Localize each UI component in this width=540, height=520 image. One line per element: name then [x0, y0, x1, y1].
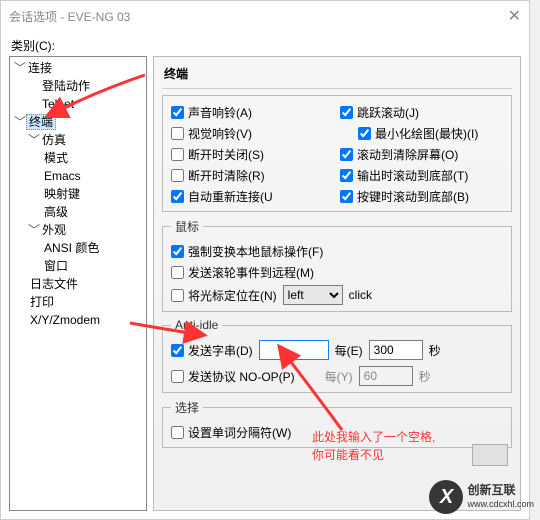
legend-mouse: 鼠标 — [171, 218, 203, 235]
cb-clear-on-disconnect[interactable]: 断开时清除(R) — [171, 167, 334, 184]
cb-min-drawing[interactable]: 最小化绘图(最快)(I) — [340, 125, 503, 142]
watermark: X 创新互联 www.cdcxhl.com — [429, 480, 534, 514]
label-every-y: 每(Y) — [325, 368, 353, 385]
group-general: 声音响铃(A) 视觉响铃(V) 断开时关闭(S) 断开时清除(R) 自动重新连接… — [162, 95, 512, 212]
chevron-down-icon[interactable]: ﹀ — [28, 131, 40, 149]
legend-select: 选择 — [171, 399, 203, 416]
group-select: 选择 设置单词分隔符(W) — [162, 399, 512, 448]
chevron-down-icon[interactable]: ﹀ — [28, 221, 40, 239]
watermark-logo: X — [429, 480, 463, 514]
chevron-down-icon[interactable]: ﹀ — [14, 113, 26, 131]
cb-visual-bell[interactable]: 视觉响铃(V) — [171, 125, 334, 142]
tree-item-window[interactable]: 窗口 — [42, 257, 146, 275]
label-every-e: 每(E) — [335, 342, 363, 359]
tree-item-emacs[interactable]: Emacs — [42, 167, 146, 185]
tree-item-mapkey[interactable]: 映射键 — [42, 185, 146, 203]
titlebar: 会话选项 - EVE-NG 03 ✕ — [1, 1, 529, 31]
category-label: 类别(C): — [11, 37, 521, 54]
cb-auto-reconnect[interactable]: 自动重新连接(U — [171, 188, 334, 205]
legend-anti-idle: Anti-idle — [171, 318, 222, 332]
group-anti-idle: Anti-idle 发送字串(D) 每(E) 秒 发送协议 NO-OP(P) — [162, 318, 512, 393]
cb-send-noop[interactable]: 发送协议 NO-OP(P) — [171, 368, 295, 385]
cb-send-string[interactable]: 发送字串(D) — [171, 342, 253, 359]
tree-item-mode[interactable]: 模式 — [42, 149, 146, 167]
cb-scroll-clear[interactable]: 滚动到清除屏幕(O) — [340, 146, 503, 163]
tree-item-ansi-color[interactable]: ANSI 颜色 — [42, 239, 146, 257]
button-stub-1[interactable] — [472, 444, 508, 466]
cb-word-delim[interactable]: 设置单词分隔符(W) — [171, 424, 291, 441]
panel-title: 终端 — [162, 61, 512, 89]
tree-item-terminal[interactable]: ﹀终端 ﹀仿真 模式 Emacs 映射键 高级 ﹀外观 — [14, 113, 146, 329]
label-sec-2: 秒 — [419, 368, 431, 385]
select-cursor-pos[interactable]: left — [283, 285, 343, 305]
label-click: click — [349, 288, 372, 302]
window-title: 会话选项 - EVE-NG 03 — [9, 8, 130, 25]
tree-item-telnet[interactable]: Telnet — [28, 95, 146, 113]
label-sec-1: 秒 — [429, 342, 441, 359]
cb-audio-bell[interactable]: 声音响铃(A) — [171, 104, 334, 121]
tree-item-advanced[interactable]: 高级 — [42, 203, 146, 221]
cb-position-cursor[interactable]: 将光标定位在(N) — [171, 287, 277, 304]
tree-item-print[interactable]: 打印 — [28, 293, 146, 311]
input-every-e[interactable] — [369, 340, 423, 360]
tree-item-connection[interactable]: ﹀连接 登陆动作 Telnet — [14, 59, 146, 113]
group-mouse: 鼠标 强制变换本地鼠标操作(F) 发送滚轮事件到远程(M) 将光标定位在(N) … — [162, 218, 512, 312]
tree-item-emulation[interactable]: ﹀仿真 模式 Emacs 映射键 高级 — [28, 131, 146, 221]
cb-force-local-mouse[interactable]: 强制变换本地鼠标操作(F) — [171, 243, 503, 260]
tree-item-xyzmodem[interactable]: X/Y/Zmodem — [28, 311, 146, 329]
tree-item-logfile[interactable]: 日志文件 — [28, 275, 146, 293]
cb-jump-scroll[interactable]: 跳跃滚动(J) — [340, 104, 503, 121]
settings-panel: 终端 声音响铃(A) 视觉响铃(V) 断开时关闭(S) 断开时清除(R) 自动重… — [153, 56, 521, 511]
input-send-string[interactable] — [259, 340, 329, 360]
cb-close-on-disconnect[interactable]: 断开时关闭(S) — [171, 146, 334, 163]
input-every-y — [359, 366, 413, 386]
cb-send-wheel-remote[interactable]: 发送滚轮事件到远程(M) — [171, 264, 503, 281]
button-bar — [472, 444, 508, 466]
close-icon[interactable]: ✕ — [508, 6, 521, 26]
category-tree[interactable]: ﹀连接 登陆动作 Telnet ﹀终端 ﹀仿真 模式 Emacs — [9, 56, 147, 511]
cb-scroll-bottom-output[interactable]: 输出时滚动到底部(T) — [340, 167, 503, 184]
chevron-down-icon[interactable]: ﹀ — [14, 59, 26, 77]
tree-item-appearance[interactable]: ﹀外观 ANSI 颜色 窗口 — [28, 221, 146, 275]
cb-scroll-bottom-key[interactable]: 按键时滚动到底部(B) — [340, 188, 503, 205]
tree-item-login-action[interactable]: 登陆动作 — [28, 77, 146, 95]
